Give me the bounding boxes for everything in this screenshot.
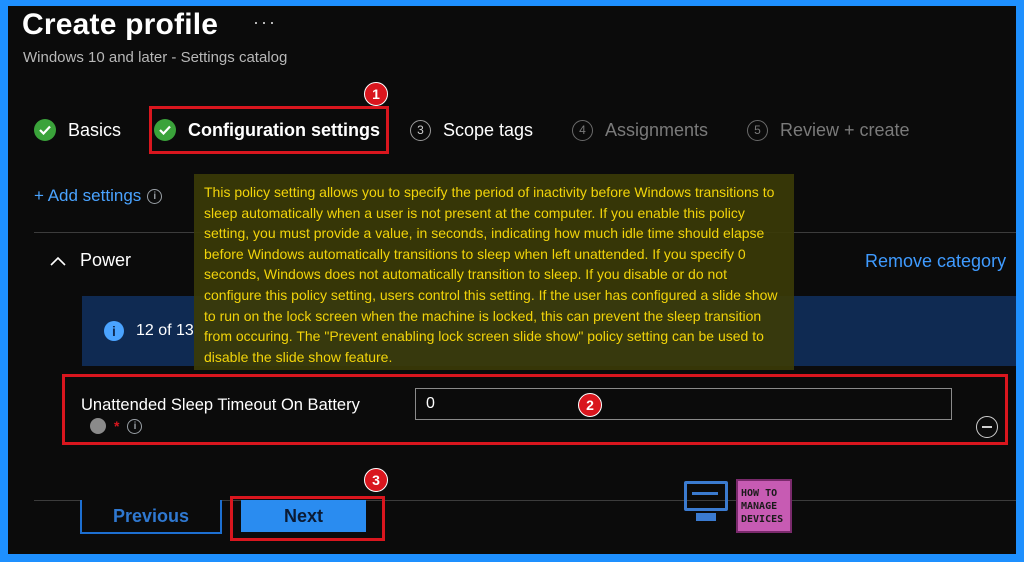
step-review-create[interactable]: 5 Review + create [747, 116, 910, 144]
computer-icon [680, 479, 732, 527]
previous-button[interactable]: Previous [80, 500, 222, 534]
logo-line-1: HOW TO [741, 487, 778, 499]
step-label: Basics [68, 119, 122, 140]
category-header[interactable]: Power [50, 250, 131, 271]
step-basics[interactable]: Basics [34, 116, 121, 144]
check-icon [34, 119, 56, 141]
page-subtitle: Windows 10 and later - Settings catalog [23, 49, 288, 66]
category-label: Power [80, 250, 132, 270]
tooltip-policy-description: This policy setting allows you to specif… [194, 174, 794, 370]
step-label: Review + create [780, 119, 910, 140]
page-title: Create profile [22, 8, 219, 41]
annotation-badge-1: 1 [364, 82, 388, 106]
step-label: Assignments [605, 119, 709, 140]
info-icon: i [104, 321, 124, 341]
step-number: 4 [572, 119, 593, 141]
add-settings-label: + Add settings [34, 186, 142, 205]
chevron-up-icon[interactable] [50, 256, 66, 266]
add-settings-link[interactable]: + Add settings i [34, 186, 163, 206]
step-scope-tags[interactable]: 3 Scope tags [410, 116, 533, 144]
create-profile-window: Create profile ··· Windows 10 and later … [8, 6, 1016, 554]
step-number: 5 [747, 119, 768, 141]
annotation-box-2 [62, 374, 1008, 445]
annotation-box-3 [230, 496, 385, 541]
annotation-badge-2: 2 [578, 393, 602, 417]
step-label: Scope tags [443, 119, 534, 140]
logo-line-3: DEVICES [741, 513, 784, 525]
annotation-badge-3: 3 [364, 468, 388, 492]
info-banner-text: 12 of 13 [136, 322, 194, 339]
info-icon[interactable]: i [147, 188, 163, 204]
logo-line-2: MANAGE [741, 500, 778, 512]
more-options-button[interactable]: ··· [253, 12, 277, 33]
remove-category-link[interactable]: Remove category [865, 251, 1006, 272]
how-to-manage-devices-logo: HOW TO MANAGE DEVICES [680, 479, 792, 533]
annotation-box-1 [149, 106, 389, 154]
step-number: 3 [410, 119, 431, 141]
step-assignments[interactable]: 4 Assignments [572, 116, 708, 144]
logo-text-box: HOW TO MANAGE DEVICES [736, 479, 792, 533]
